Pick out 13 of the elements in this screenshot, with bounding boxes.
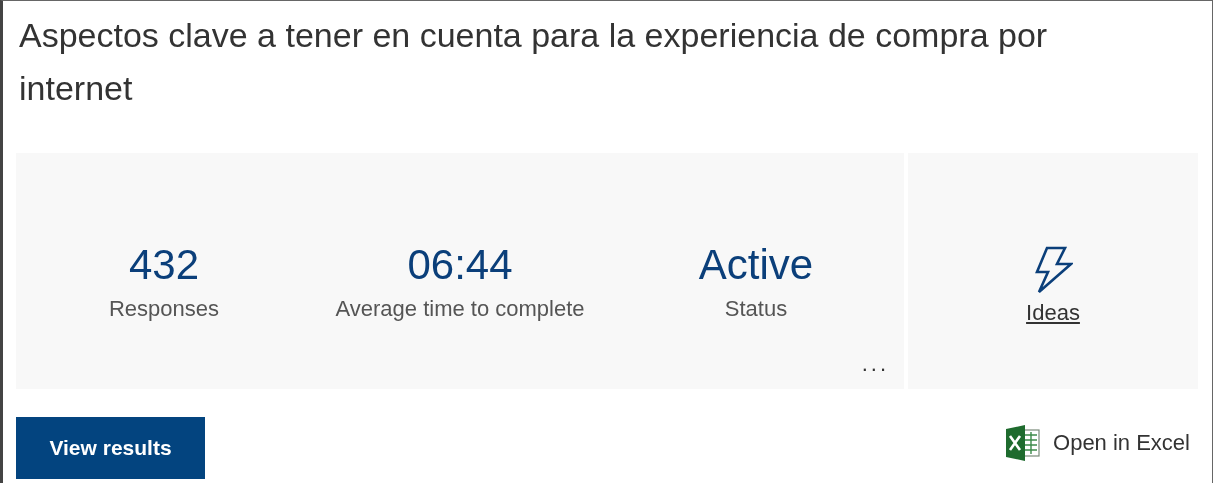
- spreadsheet-icon: [1005, 425, 1042, 461]
- stat-label: Average time to complete: [335, 296, 585, 322]
- more-button[interactable]: ...: [861, 351, 889, 377]
- stat-label: Status: [724, 296, 788, 322]
- ideas-link[interactable]: Ideas: [1026, 300, 1080, 326]
- stat-value: Active: [698, 240, 814, 290]
- stat-label: Responses: [108, 296, 220, 322]
- stat-value: 06:44: [407, 240, 513, 290]
- view-results-button[interactable]: View results: [16, 417, 205, 479]
- open-in-excel-link[interactable]: Open in Excel: [1053, 430, 1190, 456]
- survey-title: Aspectos clave a tener en cuenta para la experiencia de compra por internet: [19, 15, 1049, 109]
- stat-value: 432: [128, 240, 200, 290]
- lightning-icon: [1033, 246, 1073, 294]
